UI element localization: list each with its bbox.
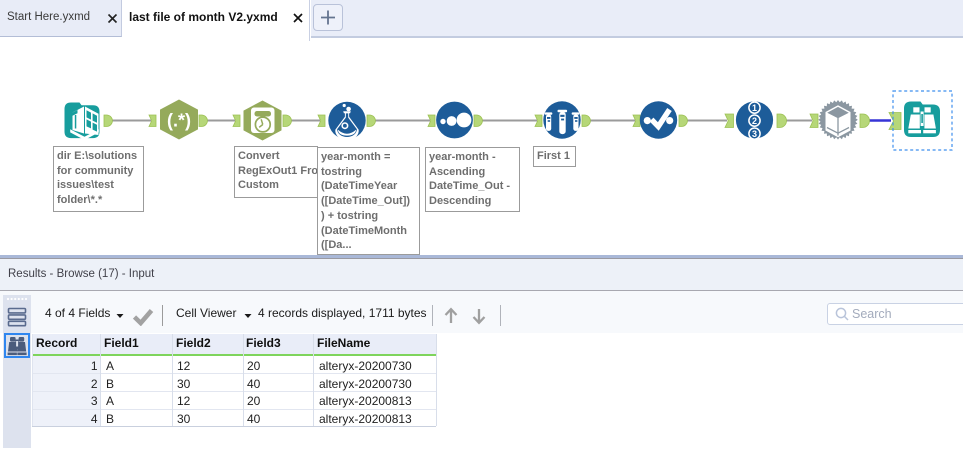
svg-text:1: 1 — [752, 103, 757, 113]
svg-text:3: 3 — [752, 129, 757, 139]
svg-text:2: 2 — [752, 116, 757, 126]
svg-text:(.*): (.*) — [167, 111, 191, 131]
